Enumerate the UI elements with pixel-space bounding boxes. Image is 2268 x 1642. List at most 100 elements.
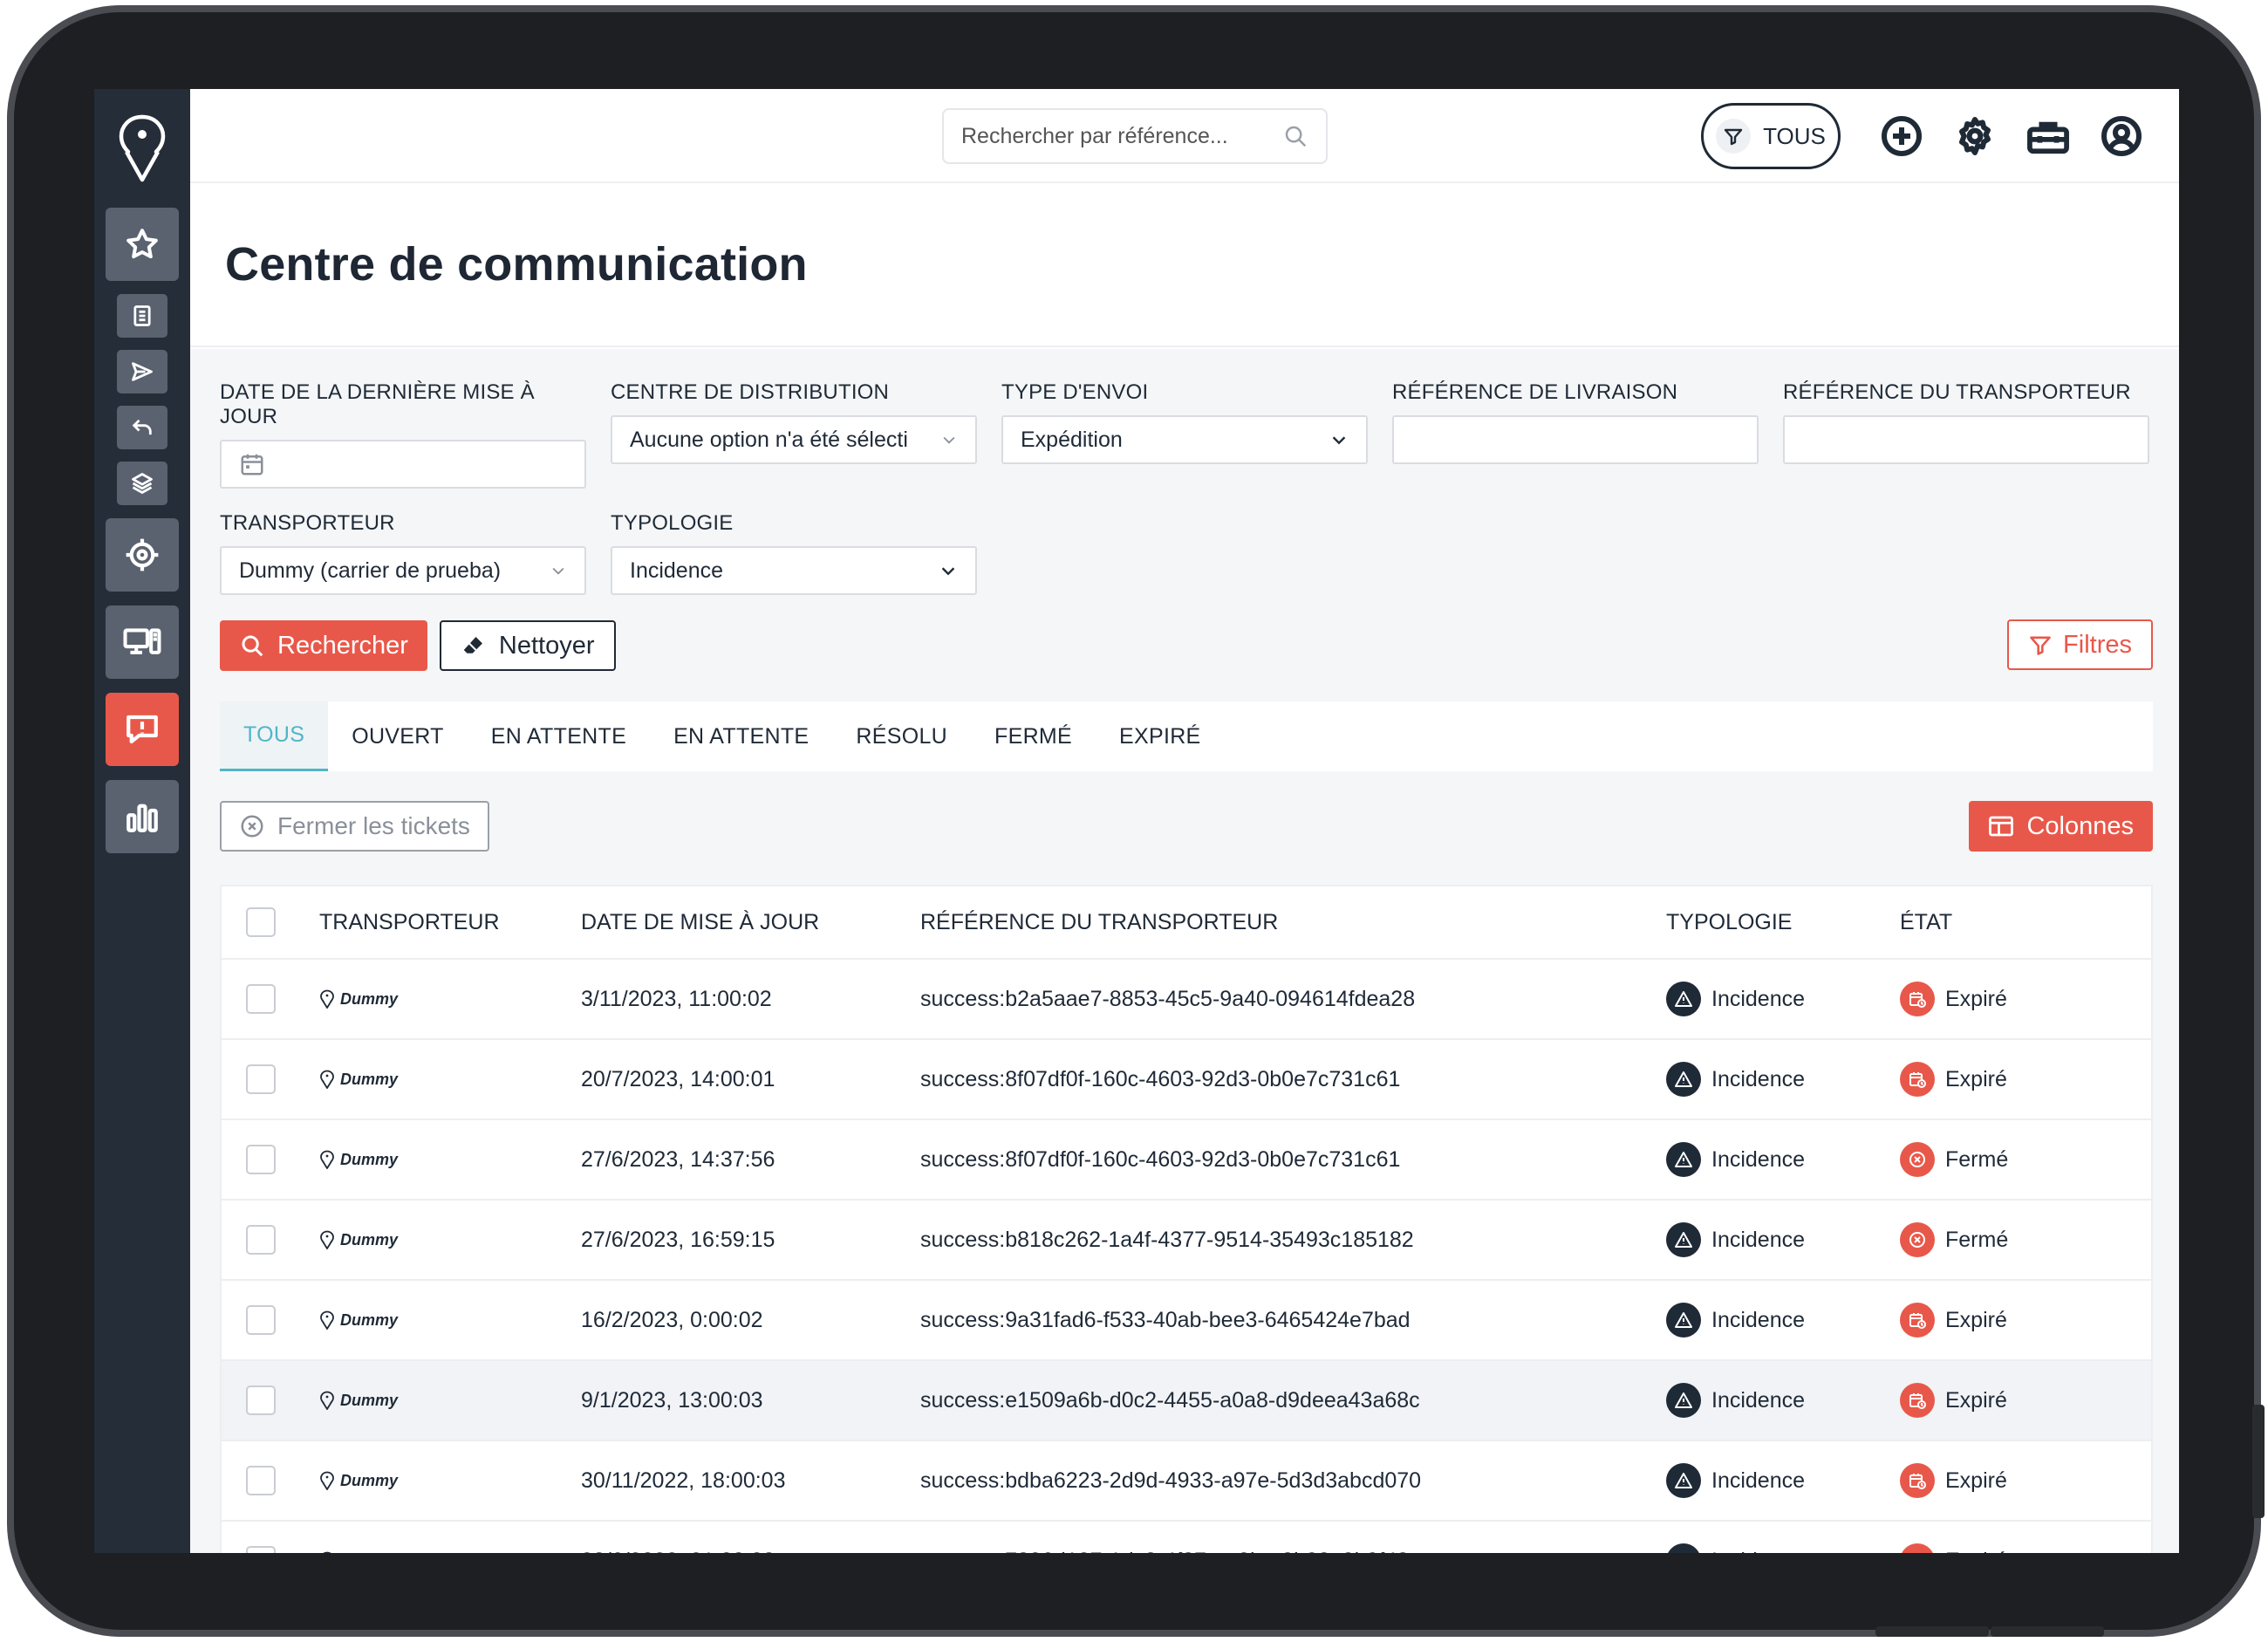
carrier-logo-icon [320, 1391, 334, 1410]
tab-expired[interactable]: EXPIRÉ [1096, 701, 1225, 771]
columns-button-label: Colonnes [2026, 811, 2134, 840]
row-reference[interactable]: success:b2a5aae7-8853-45c5-9a40-094614fd… [920, 987, 1666, 1012]
table-row[interactable]: Dummy 9/1/2023, 13:00:03 success:e1509a6… [222, 1361, 2151, 1441]
header-typology[interactable]: TYPOLOGIE [1666, 910, 1900, 935]
header-carrier[interactable]: TRANSPORTEUR [319, 910, 581, 935]
tab-pending[interactable]: EN ATTENTE [468, 701, 650, 771]
carrier-select[interactable]: Dummy (carrier de prueba) [220, 546, 586, 595]
select-value: Expédition [1021, 427, 1123, 452]
header-state[interactable]: ÉTAT [1900, 910, 2151, 935]
filter-delivery-reference: RÉFÉRENCE DE LIVRAISON [1392, 380, 1759, 489]
row-typology: Incidence [1711, 1549, 1805, 1554]
shipment-type-select[interactable]: Expédition [1001, 415, 1368, 464]
row-date: 20/7/2023, 14:00:01 [581, 1066, 775, 1091]
filter-typology: TYPOLOGIE Incidence [611, 511, 977, 595]
select-all-checkbox[interactable] [246, 907, 276, 937]
warning-icon [1666, 982, 1701, 1016]
delivery-reference-input[interactable] [1392, 415, 1759, 464]
tab-all[interactable]: TOUS [220, 701, 329, 771]
clear-button[interactable]: Nettoyer [439, 620, 616, 671]
table-body: Dummy 3/11/2023, 11:00:02 success:b2a5aa… [222, 960, 2151, 1553]
typology-select[interactable]: Incidence [611, 546, 977, 595]
table-row[interactable]: Dummy 30/11/2022, 18:00:03 success:bdba6… [222, 1441, 2151, 1522]
nav-shipments[interactable] [117, 350, 167, 393]
filter-carrier-reference: RÉFÉRENCE DU TRANSPORTEUR [1783, 380, 2149, 489]
row-checkbox[interactable] [246, 1225, 276, 1255]
carrier-logo-icon [320, 1310, 334, 1330]
filter-actions: Rechercher Nettoyer Filtres [220, 619, 2153, 672]
table-row[interactable]: Dummy 23/6/2022, 21:00:03 success:7896d1… [222, 1522, 2151, 1553]
row-date: 9/1/2023, 13:00:03 [581, 1387, 763, 1413]
filters-button-label: Filtres [2063, 630, 2132, 659]
row-reference[interactable]: success:8f07df0f-160c-4603-92d3-0b0e7c73… [920, 1067, 1666, 1092]
nav-devices[interactable] [106, 605, 179, 679]
logo-icon[interactable] [116, 113, 168, 183]
layers-icon [132, 473, 153, 495]
filter-label: RÉFÉRENCE DE LIVRAISON [1392, 380, 1678, 404]
gear-icon[interactable] [1952, 113, 1998, 159]
date-picker-field[interactable] [220, 440, 586, 489]
row-date: 3/11/2023, 11:00:02 [581, 986, 772, 1011]
expired-icon [1900, 1062, 1935, 1097]
search-button-label: Rechercher [277, 631, 408, 660]
row-reference[interactable]: success:8f07df0f-160c-4603-92d3-0b0e7c73… [920, 1147, 1666, 1173]
nav-returns[interactable] [117, 406, 167, 449]
search-input[interactable] [961, 123, 1275, 149]
row-checkbox[interactable] [246, 1145, 276, 1174]
columns-button[interactable]: Colonnes [1969, 801, 2153, 852]
row-checkbox[interactable] [246, 1064, 276, 1094]
search-icon[interactable] [1282, 123, 1308, 149]
filter-shipment-type: TYPE D'ENVOI Expédition [1001, 380, 1368, 489]
row-checkbox[interactable] [246, 1385, 276, 1415]
nav-layers[interactable] [117, 462, 167, 505]
nav-analytics[interactable] [106, 780, 179, 853]
row-reference[interactable]: success:e1509a6b-d0c2-4455-a0a8-d9deea43… [920, 1388, 1666, 1413]
table-row[interactable]: Dummy 3/11/2023, 11:00:02 success:b2a5aa… [222, 960, 2151, 1040]
row-checkbox[interactable] [246, 1546, 276, 1553]
user-icon[interactable] [2099, 113, 2144, 159]
clear-button-label: Nettoyer [498, 631, 595, 660]
close-tickets-label: Fermer les tickets [277, 812, 470, 839]
expired-icon [1900, 1383, 1935, 1418]
nav-tracking[interactable] [106, 518, 179, 592]
nav-favorites[interactable] [106, 208, 179, 281]
header-date[interactable]: DATE DE MISE À JOUR [581, 910, 920, 935]
row-reference[interactable]: success:7896d107-1dc8-4f87-ae9b-e0b93a9b… [920, 1549, 1666, 1554]
nav-orders[interactable] [117, 294, 167, 338]
row-state: Expiré [1945, 1066, 2007, 1091]
table-row[interactable]: Dummy 27/6/2023, 14:37:56 success:8f07df… [222, 1120, 2151, 1201]
row-typology: Incidence [1711, 1468, 1806, 1493]
expired-icon [1900, 1303, 1935, 1338]
row-typology: Incidence [1711, 1146, 1806, 1172]
row-checkbox[interactable] [246, 984, 276, 1014]
header-reference[interactable]: RÉFÉRENCE DU TRANSPORTEUR [920, 910, 1666, 935]
row-reference[interactable]: success:9a31fad6-f533-40ab-bee3-6465424e… [920, 1308, 1666, 1333]
carrier-reference-input[interactable] [1783, 415, 2149, 464]
close-tickets-button[interactable]: Fermer les tickets [220, 801, 489, 852]
filters-button[interactable]: Filtres [2007, 619, 2153, 670]
row-date: 16/2/2023, 0:00:02 [581, 1307, 763, 1332]
table-row[interactable]: Dummy 20/7/2023, 14:00:01 success:8f07df… [222, 1040, 2151, 1120]
row-checkbox[interactable] [246, 1466, 276, 1495]
row-typology: Incidence [1711, 1387, 1806, 1413]
carrier-logo-icon [320, 989, 334, 1009]
nav-communication-center[interactable] [106, 693, 179, 766]
tab-pending-2[interactable]: EN ATTENTE [650, 701, 832, 771]
table-row[interactable]: Dummy 27/6/2023, 16:59:15 success:b818c2… [222, 1201, 2151, 1281]
row-state: Expiré [1945, 1387, 2007, 1413]
search-box[interactable] [942, 108, 1328, 164]
tab-open[interactable]: OUVERT [328, 701, 468, 771]
tab-resolved[interactable]: RÉSOLU [832, 701, 971, 771]
row-checkbox[interactable] [246, 1305, 276, 1335]
expired-icon [1900, 982, 1935, 1016]
add-icon[interactable] [1879, 113, 1924, 159]
tab-closed[interactable]: FERMÉ [971, 701, 1096, 771]
filter-scope-toggle[interactable]: TOUS [1701, 103, 1841, 169]
content-area: DATE DE LA DERNIÈRE MISE À JOUR CENTRE D… [190, 349, 2179, 1553]
search-button[interactable]: Rechercher [220, 620, 427, 671]
distribution-center-select[interactable]: Aucune option n'a été sélecti [611, 415, 977, 464]
table-row[interactable]: Dummy 16/2/2023, 0:00:02 success:9a31fad… [222, 1281, 2151, 1361]
row-reference[interactable]: success:b818c262-1a4f-4377-9514-35493c18… [920, 1228, 1666, 1253]
toolbox-icon[interactable] [2025, 113, 2071, 159]
row-reference[interactable]: success:bdba6223-2d9d-4933-a97e-5d3d3abc… [920, 1468, 1666, 1494]
